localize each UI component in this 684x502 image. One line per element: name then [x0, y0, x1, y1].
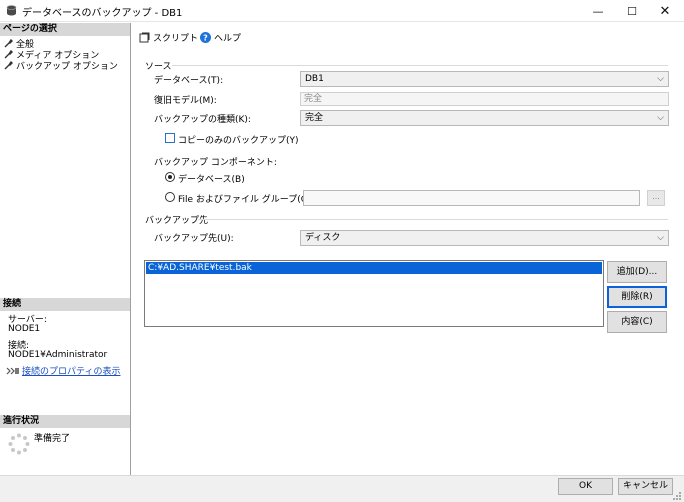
help-label: ヘルプ	[214, 33, 242, 44]
destination-list[interactable]: C:¥AD.SHARE¥test.bak	[144, 260, 604, 327]
contents-button[interactable]: 内容(C)	[607, 311, 667, 333]
help-icon: ?	[200, 31, 211, 43]
list-item[interactable]: C:¥AD.SHARE¥test.bak	[146, 262, 602, 274]
nav-item-label: バックアップ オプション	[16, 62, 118, 72]
component-database-radio[interactable]	[165, 172, 175, 182]
script-icon	[139, 32, 150, 42]
backup-to-select[interactable]: ディスク ⌵	[300, 230, 669, 246]
backup-to-label: バックアップ先(U):	[154, 234, 234, 244]
add-button[interactable]: 追加(D)...	[607, 261, 667, 283]
component-file-label[interactable]: File およびファイル グループ(G):	[178, 192, 314, 205]
connection-properties-icon	[6, 367, 19, 375]
backup-component-label: バックアップ コンポーネント:	[154, 158, 277, 168]
wrench-icon	[4, 50, 13, 59]
database-select[interactable]: DB1 ⌵	[300, 71, 669, 87]
help-button[interactable]: ? ヘルプ	[200, 30, 241, 44]
component-file-radio[interactable]	[165, 192, 175, 202]
svg-text:?: ?	[203, 33, 208, 42]
backup-type-label: バックアップの種類(K):	[154, 115, 251, 125]
resize-grip-icon[interactable]	[672, 491, 682, 501]
nav-item-backup-options[interactable]: バックアップ オプション	[4, 60, 118, 72]
backup-type-select-value: 完全	[305, 113, 324, 123]
cancel-button[interactable]: キャンセル	[618, 478, 673, 495]
window-title: データベースのバックアップ - DB1	[22, 8, 183, 19]
minimize-button[interactable]: —	[581, 0, 615, 22]
wrench-icon	[4, 39, 13, 48]
copy-only-label[interactable]: コピーのみのバックアップ(Y)	[178, 133, 299, 146]
script-label: スクリプト	[153, 33, 199, 44]
file-group-browse-button[interactable]: ...	[647, 190, 665, 206]
wrench-icon	[4, 61, 13, 70]
ok-button[interactable]: OK	[558, 478, 613, 495]
server-value: NODE1	[8, 324, 41, 334]
recovery-model-field: 完全	[300, 92, 669, 106]
progress-status: 準備完了	[34, 434, 71, 444]
chevron-down-icon: ⌵	[657, 74, 664, 84]
backup-type-select[interactable]: 完全 ⌵	[300, 110, 669, 126]
page-select-header: ページの選択	[0, 23, 130, 36]
chevron-down-icon: ⌵	[657, 113, 664, 123]
copy-only-checkbox[interactable]	[165, 133, 175, 143]
connection-properties-link[interactable]: 接続のプロパティの表示	[22, 367, 120, 377]
source-divider	[172, 65, 668, 66]
progress-header: 進行状況	[0, 415, 130, 428]
script-button[interactable]: スクリプト ▼	[139, 30, 209, 44]
database-select-value: DB1	[305, 74, 324, 84]
destination-divider	[198, 219, 668, 220]
close-button[interactable]: ✕	[648, 0, 682, 22]
progress-spinner-icon	[8, 433, 30, 455]
backup-to-select-value: ディスク	[305, 233, 341, 243]
left-pane	[0, 23, 131, 475]
file-group-field[interactable]	[303, 190, 640, 206]
chevron-down-icon: ⌵	[657, 233, 664, 243]
radio-selected-dot	[168, 175, 172, 179]
connection-value: NODE1¥Administrator	[8, 350, 108, 360]
maximize-button[interactable]: ☐	[615, 0, 649, 22]
recovery-model-label: 復旧モデル(M):	[154, 96, 217, 106]
component-database-label[interactable]: データベース(B)	[178, 172, 245, 185]
database-icon	[6, 5, 17, 16]
database-label: データベース(T):	[154, 76, 224, 86]
connection-header: 接続	[0, 298, 130, 311]
source-group-label: ソース	[145, 62, 172, 72]
remove-button[interactable]: 削除(R)	[607, 286, 667, 308]
